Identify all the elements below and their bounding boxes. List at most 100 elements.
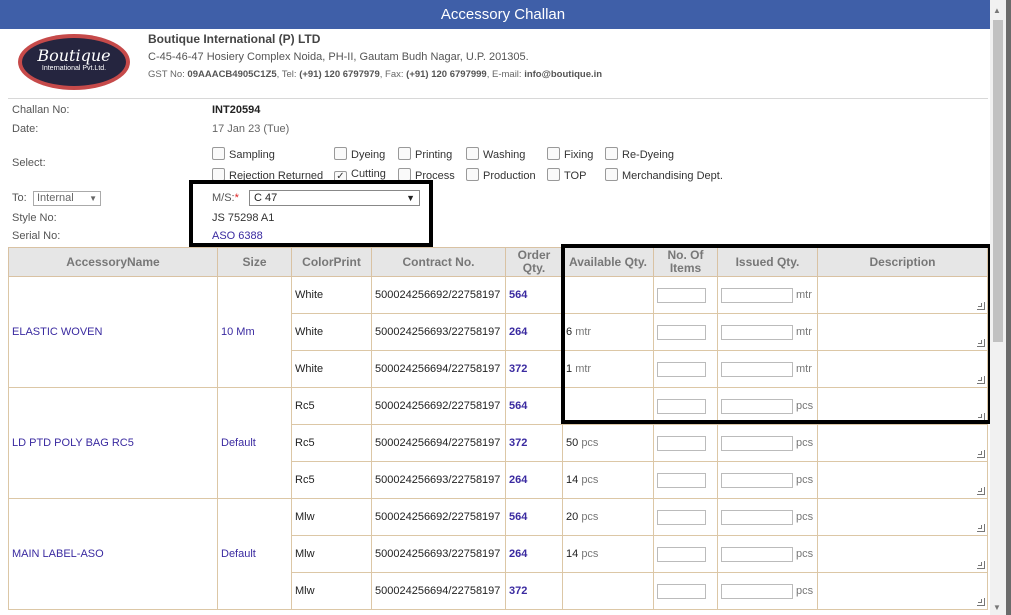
color-print: Rc5 [291,387,372,425]
checkbox-washing[interactable]: Washing [466,147,525,161]
checkbox-label: Production [483,170,536,182]
checkbox-production[interactable]: Production [466,168,536,182]
checkbox-re-dyeing[interactable]: Re-Dyeing [605,147,674,161]
issued-qty-input[interactable] [721,435,793,451]
no-of-items-cell [653,535,718,573]
chevron-down-icon: ▼ [89,194,97,203]
logo-text: Boutique [37,46,111,65]
available-qty [562,572,654,610]
checkbox-icon[interactable] [547,147,560,160]
order-qty: 264 [505,313,563,351]
to-label: To: [12,192,27,204]
color-print: White [291,313,372,351]
order-qty: 564 [505,276,563,314]
tel-number: (+91) 120 6797979 [299,69,380,80]
description-cell [817,498,988,536]
issued-qty-input[interactable] [721,472,793,488]
contract-number: 500024256694/22758197 [371,350,506,388]
available-qty: 14 pcs [562,461,654,499]
checkbox-icon[interactable] [605,168,618,181]
available-unit: pcs [581,511,599,523]
no-of-items-input[interactable] [657,546,706,562]
checkbox-merchandising-dept-[interactable]: Merchandising Dept. [605,168,723,182]
issued-qty-input[interactable] [721,583,793,599]
resize-grip-icon[interactable] [977,524,985,532]
available-unit: pcs [581,437,599,449]
contract-number: 500024256693/22758197 [371,313,506,351]
contract-number: 500024256693/22758197 [371,461,506,499]
color-print: White [291,350,372,388]
gst-number: 09AAACB4905C1Z5 [187,69,277,80]
issued-unit: pcs [796,585,814,597]
email-address: info@boutique.in [524,69,603,80]
description-cell [817,572,988,610]
no-of-items-input[interactable] [657,472,706,488]
column-header: ColorPrint [291,247,372,277]
available-value: 14 [566,474,579,486]
issued-qty-input[interactable] [721,509,793,525]
description-textarea[interactable] [818,500,987,534]
issued-qty-cell: pcs [717,424,818,462]
checkbox-label: Dyeing [351,149,386,161]
no-of-items-input[interactable] [657,435,706,451]
checkbox-icon[interactable] [334,147,347,160]
checkbox-dyeing[interactable]: Dyeing [334,147,385,161]
checkbox-sampling[interactable]: Sampling [212,147,275,161]
table-row: MAIN LABEL-ASO Default Mlw 500024256692/227… [8,498,988,610]
issued-unit: pcs [796,548,814,560]
description-cell [817,461,988,499]
checkbox-top[interactable]: TOP [547,168,586,182]
available-unit: pcs [581,474,599,486]
issued-unit: pcs [796,437,814,449]
to-select[interactable]: Internal ▼ [33,191,101,206]
company-contact: GST No: 09AAACB4905C1Z5, Tel: (+91) 120 … [148,69,603,80]
issued-unit: pcs [796,474,814,486]
no-of-items-cell [653,572,718,610]
color-print: Mlw [291,535,372,573]
resize-grip-icon[interactable] [977,561,985,569]
available-value: 20 [566,511,579,523]
checkbox-fixing[interactable]: Fixing [547,147,593,161]
scroll-up-icon[interactable]: ▲ [993,6,1001,15]
company-logo: Boutique International Pvt.Ltd. [18,34,130,90]
checkbox-label: Sampling [229,149,275,161]
order-qty: 264 [505,535,563,573]
checkbox-printing[interactable]: Printing [398,147,452,161]
accessory-size: 10 Mm [217,276,292,388]
contract-number: 500024256692/22758197 [371,387,506,425]
date-label: Date: [12,123,39,135]
resize-grip-icon[interactable] [977,487,985,495]
checkbox-label: Printing [415,149,453,161]
checkbox-icon[interactable] [212,147,225,160]
checkbox-icon[interactable] [547,168,560,181]
no-of-items-cell [653,424,718,462]
ms-highlight-box [189,180,433,247]
no-of-items-input[interactable] [657,509,706,525]
description-textarea[interactable] [818,426,987,460]
resize-grip-icon[interactable] [977,598,985,606]
order-qty: 372 [505,350,563,388]
company-address: C-45-46-47 Hosiery Complex Noida, PH-II,… [148,51,529,63]
challan-number: INT20594 [212,104,261,116]
description-textarea[interactable] [818,463,987,497]
scroll-down-icon[interactable]: ▼ [993,603,1001,612]
contract-number: 500024256694/22758197 [371,424,506,462]
available-qty: 14 pcs [562,535,654,573]
header-divider [8,98,988,99]
no-of-items-cell [653,461,718,499]
resize-grip-icon[interactable] [977,450,985,458]
checkbox-icon[interactable] [466,147,479,160]
accessory-challan-dialog: Accessory Challan Boutique International… [0,0,1006,615]
order-qty: 564 [505,387,563,425]
description-textarea[interactable] [818,537,987,571]
company-name: Boutique International (P) LTD [148,32,321,46]
accessory-size: Default [217,498,292,610]
description-textarea[interactable] [818,574,987,608]
checkbox-icon[interactable] [605,147,618,160]
no-of-items-input[interactable] [657,583,706,599]
checkbox-icon[interactable] [398,147,411,160]
checkbox-icon[interactable] [466,168,479,181]
checkbox-label: TOP [564,170,587,182]
issued-qty-input[interactable] [721,546,793,562]
scrollbar-thumb[interactable] [993,20,1003,342]
